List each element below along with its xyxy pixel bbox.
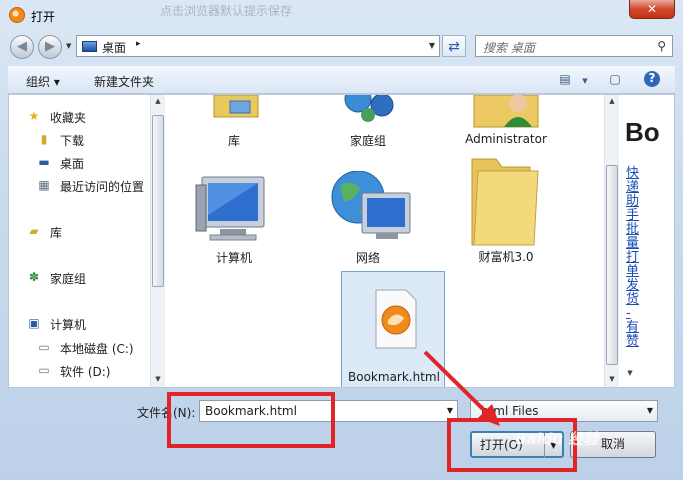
watermark: Baidu 经验 [515, 430, 599, 448]
open-dialog: 打开 点击浏览器默认提示保存 ✕ ◀ ▶ ▼ 桌面 ▸ ▼ ⇄ 搜索 桌面 ⚲ … [0, 0, 683, 480]
annotation-arrow [423, 350, 500, 426]
